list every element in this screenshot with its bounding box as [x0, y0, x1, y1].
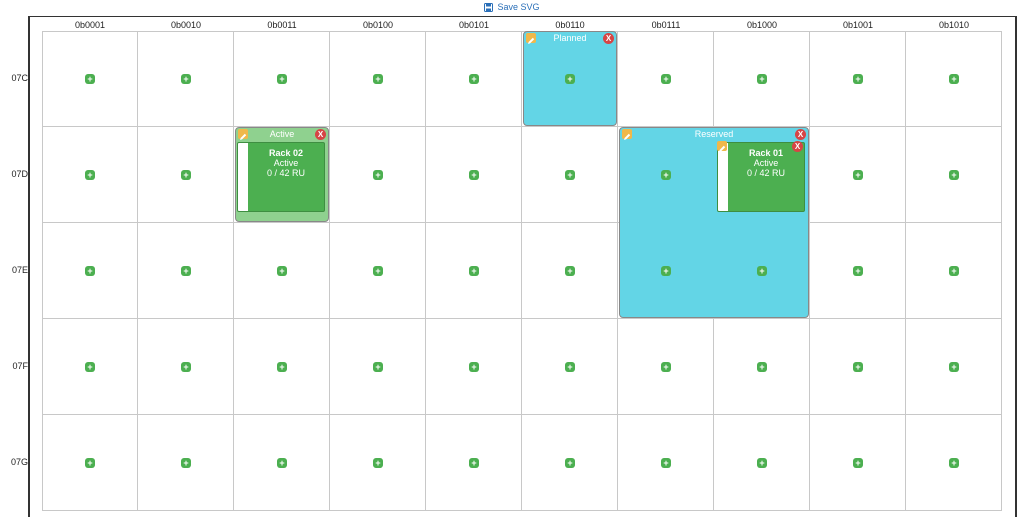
rack-card[interactable]: Rack 01 Active 0 / 42 RU — [717, 142, 805, 212]
add-rack-icon[interactable]: + — [949, 362, 959, 372]
add-rack-icon[interactable]: + — [469, 170, 479, 180]
add-rack-icon[interactable]: + — [373, 266, 383, 276]
add-rack-icon[interactable]: + — [469, 362, 479, 372]
floppy-disk-icon — [484, 2, 494, 12]
add-rack-icon[interactable]: + — [565, 362, 575, 372]
rack-pencil-icon[interactable] — [717, 141, 727, 152]
rack-capacity: 0 / 42 RU — [746, 168, 786, 178]
add-rack-icon[interactable]: + — [853, 74, 863, 84]
rack-text: Rack 02 Active 0 / 42 RU — [248, 148, 324, 178]
add-rack-icon[interactable]: + — [661, 74, 671, 84]
add-rack-icon[interactable]: + — [469, 458, 479, 468]
add-rack-icon[interactable]: + — [565, 170, 575, 180]
add-rack-icon[interactable]: + — [949, 458, 959, 468]
add-rack-icon[interactable]: + — [373, 170, 383, 180]
add-rack-icon[interactable]: + — [949, 266, 959, 276]
add-rack-icon[interactable]: + — [565, 266, 575, 276]
column-label: 0b0110 — [555, 20, 585, 30]
add-rack-icon[interactable]: + — [85, 362, 95, 372]
add-rack-icon[interactable]: + — [757, 362, 767, 372]
column-label: 0b0011 — [267, 20, 297, 30]
column-label: 0b0010 — [170, 20, 202, 30]
add-rack-icon[interactable]: + — [85, 170, 95, 180]
add-rack-icon[interactable]: + — [277, 458, 287, 468]
add-rack-icon[interactable]: + — [181, 74, 191, 84]
add-rack-icon[interactable]: + — [565, 458, 575, 468]
rack-card[interactable]: Rack 02 Active 0 / 42 RU — [237, 142, 325, 212]
add-rack-icon[interactable]: + — [949, 170, 959, 180]
add-rack-icon[interactable]: + — [469, 74, 479, 84]
row-label: 07C — [11, 73, 28, 83]
add-rack-icon[interactable]: + — [277, 362, 287, 372]
column-label: 0b0100 — [362, 20, 394, 30]
rack-capacity: 0 / 42 RU — [266, 168, 306, 178]
add-rack-icon[interactable]: + — [565, 74, 575, 84]
add-rack-icon[interactable]: + — [85, 458, 95, 468]
row-label: 07E — [11, 265, 28, 275]
add-rack-icon[interactable]: + — [277, 266, 287, 276]
save-svg-button[interactable]: Save SVG — [484, 2, 540, 12]
add-rack-icon[interactable]: + — [277, 74, 287, 84]
add-rack-icon[interactable]: + — [181, 170, 191, 180]
add-rack-icon[interactable]: + — [757, 74, 767, 84]
column-label: 0b1010 — [938, 20, 970, 30]
column-label: 0b1000 — [746, 20, 778, 30]
remove-icon[interactable]: X — [603, 33, 614, 44]
add-rack-icon[interactable]: + — [853, 458, 863, 468]
column-label: 0b0101 — [458, 20, 490, 30]
add-rack-icon[interactable]: + — [85, 74, 95, 84]
column-label: 0b0001 — [74, 20, 106, 30]
remove-icon[interactable]: X — [315, 129, 326, 140]
add-rack-icon[interactable]: + — [181, 458, 191, 468]
add-rack-icon[interactable]: + — [853, 266, 863, 276]
remove-icon[interactable]: X — [795, 129, 806, 140]
add-rack-icon[interactable]: + — [661, 362, 671, 372]
column-label: 0b0111 — [651, 20, 681, 30]
add-rack-icon[interactable]: + — [181, 362, 191, 372]
pencil-icon[interactable] — [622, 129, 632, 140]
add-rack-icon[interactable]: + — [661, 266, 671, 276]
add-rack-icon[interactable]: + — [469, 266, 479, 276]
toolbar: Save SVG — [0, 0, 1024, 14]
rack-strip — [238, 143, 248, 211]
block-title: Reserved — [694, 129, 734, 139]
save-svg-label: Save SVG — [497, 2, 540, 12]
row-label: 07G — [10, 457, 28, 467]
add-rack-icon[interactable]: + — [757, 266, 767, 276]
add-rack-icon[interactable]: + — [853, 362, 863, 372]
pencil-icon[interactable] — [238, 129, 248, 140]
add-rack-icon[interactable]: + — [85, 266, 95, 276]
add-rack-icon[interactable]: + — [757, 458, 767, 468]
row-label: 07D — [11, 169, 28, 179]
add-rack-icon[interactable]: + — [373, 74, 383, 84]
add-rack-icon[interactable]: + — [661, 170, 671, 180]
add-rack-icon[interactable]: + — [661, 458, 671, 468]
rack-remove-icon[interactable]: X — [792, 141, 803, 152]
column-label: 0b1001 — [842, 20, 874, 30]
rack-status: Active — [273, 158, 299, 168]
pencil-icon[interactable] — [526, 33, 536, 44]
add-rack-icon[interactable]: + — [853, 170, 863, 180]
rack-text: Rack 01 Active 0 / 42 RU — [728, 148, 804, 178]
add-rack-icon[interactable]: + — [373, 458, 383, 468]
add-rack-icon[interactable]: + — [181, 266, 191, 276]
row-label: 07F — [12, 361, 28, 371]
add-rack-icon[interactable]: + — [373, 362, 383, 372]
rack-name: Rack 02 — [268, 148, 304, 158]
rack-status: Active — [753, 158, 779, 168]
add-rack-icon[interactable]: + — [949, 74, 959, 84]
